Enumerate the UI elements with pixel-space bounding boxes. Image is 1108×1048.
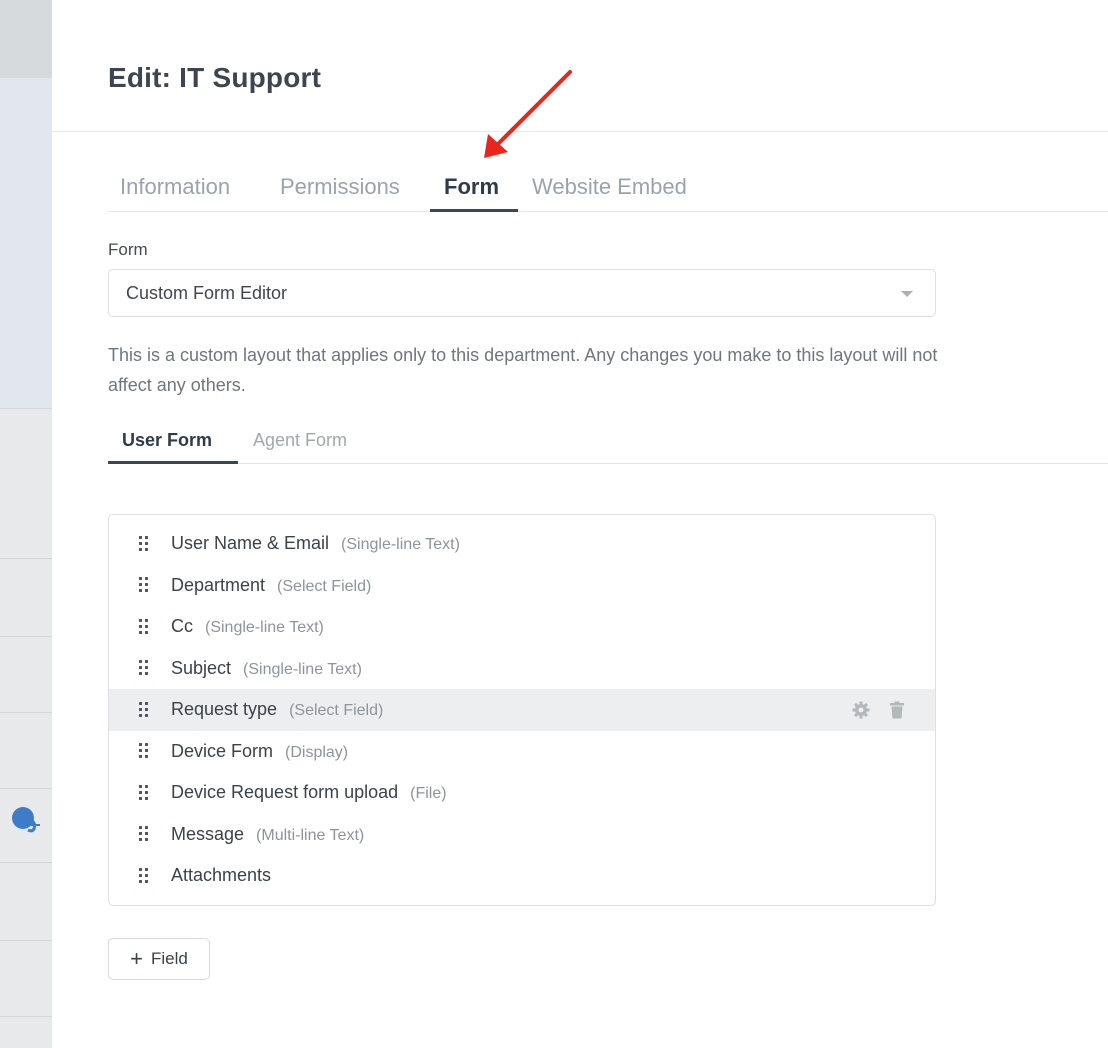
- field-row-user-name-email[interactable]: User Name & Email (Single-line Text): [109, 523, 935, 565]
- drag-handle-icon[interactable]: [139, 701, 149, 718]
- field-type: (Multi-line Text): [256, 826, 365, 844]
- tab-agent-form[interactable]: Agent Form: [253, 430, 347, 451]
- field-name: Attachments: [171, 865, 272, 886]
- form-type-select[interactable]: Custom Form Editor: [108, 269, 936, 317]
- elephant-avatar-icon: [12, 807, 40, 833]
- field-label: Request type (Select Field): [171, 699, 383, 720]
- field-name: Subject: [171, 657, 232, 678]
- field-label: Subject (Single-line Text): [171, 658, 362, 679]
- field-name: Department: [171, 574, 266, 595]
- field-row-subject[interactable]: Subject (Single-line Text): [109, 648, 935, 690]
- background-card: [0, 78, 52, 408]
- drag-handle-icon[interactable]: [139, 535, 149, 552]
- background-page-strip: [0, 0, 52, 1048]
- form-sub-tab-bar: User Form Agent Form: [108, 420, 1108, 464]
- active-tab-indicator: [430, 209, 518, 212]
- add-field-label: Field: [151, 949, 188, 968]
- row-actions: [851, 700, 907, 720]
- field-label: Attachments: [171, 865, 283, 886]
- active-subtab-indicator: [108, 461, 238, 464]
- field-name: User Name & Email: [171, 533, 330, 554]
- field-row-attachments[interactable]: Attachments: [109, 855, 935, 897]
- field-row-device-request-upload[interactable]: Device Request form upload (File): [109, 772, 935, 814]
- field-type: (Single-line Text): [243, 660, 362, 678]
- field-name: Message: [171, 823, 245, 844]
- plus-icon: +: [130, 946, 143, 971]
- tab-website-embed[interactable]: Website Embed: [532, 174, 687, 200]
- divider: [0, 862, 52, 863]
- divider: [0, 788, 52, 789]
- drag-handle-icon[interactable]: [139, 660, 149, 676]
- field-name: Device Request form upload: [171, 782, 399, 803]
- trash-icon[interactable]: [887, 700, 907, 720]
- divider: [0, 712, 52, 713]
- caret-down-icon: [901, 291, 913, 297]
- add-field-button[interactable]: + Field: [108, 938, 210, 980]
- drag-handle-icon[interactable]: [139, 577, 149, 593]
- background-header: [0, 0, 52, 78]
- gear-icon[interactable]: [851, 700, 871, 720]
- tab-user-form[interactable]: User Form: [122, 430, 212, 451]
- field-label: User Name & Email (Single-line Text): [171, 533, 460, 554]
- edit-department-panel: Edit: IT Support Information Permissions…: [52, 0, 1108, 1048]
- drag-handle-icon[interactable]: [139, 743, 149, 759]
- field-row-message[interactable]: Message (Multi-line Text): [109, 814, 935, 856]
- field-type: (Single-line Text): [341, 536, 460, 554]
- main-tab-bar: Information Permissions Form Website Emb…: [108, 160, 1108, 212]
- form-description: This is a custom layout that applies onl…: [108, 345, 938, 395]
- drag-handle-icon[interactable]: [139, 826, 149, 842]
- form-field-label: Form: [108, 240, 148, 259]
- field-row-device-form[interactable]: Device Form (Display): [109, 731, 935, 773]
- form-type-select-value: Custom Form Editor: [126, 283, 288, 303]
- field-type: (Single-line Text): [205, 619, 324, 637]
- drag-handle-icon[interactable]: [139, 618, 149, 635]
- tab-information[interactable]: Information: [120, 174, 230, 200]
- field-name: Device Form: [171, 740, 274, 761]
- field-row-cc[interactable]: Cc (Single-line Text): [109, 606, 935, 648]
- field-type: (Select Field): [289, 702, 384, 720]
- drag-handle-icon[interactable]: [139, 784, 149, 801]
- divider: [0, 408, 52, 409]
- field-type: (File): [410, 785, 447, 803]
- field-label: Device Request form upload (File): [171, 782, 447, 803]
- field-name: Request type: [171, 699, 278, 720]
- field-label: Message (Multi-line Text): [171, 824, 364, 845]
- divider: [0, 636, 52, 637]
- divider: [0, 558, 52, 559]
- form-field-list: User Name & Email (Single-line Text) Depa…: [108, 514, 936, 906]
- field-type: (Select Field): [277, 577, 372, 595]
- field-row-department[interactable]: Department (Select Field): [109, 565, 935, 607]
- divider: [0, 940, 52, 941]
- drag-handle-icon[interactable]: [139, 867, 149, 884]
- field-type: (Display): [285, 743, 349, 761]
- tab-form[interactable]: Form: [444, 174, 499, 200]
- field-name: Cc: [171, 616, 193, 637]
- field-row-request-type[interactable]: Request type (Select Field): [109, 689, 935, 731]
- field-label: Device Form (Display): [171, 741, 348, 762]
- field-label: Cc (Single-line Text): [171, 616, 324, 637]
- annotation-arrow-icon: [484, 70, 572, 158]
- field-label: Department (Select Field): [171, 575, 371, 596]
- page-title: Edit: IT Support: [108, 62, 322, 93]
- divider: [0, 1016, 52, 1017]
- tab-permissions[interactable]: Permissions: [280, 174, 400, 200]
